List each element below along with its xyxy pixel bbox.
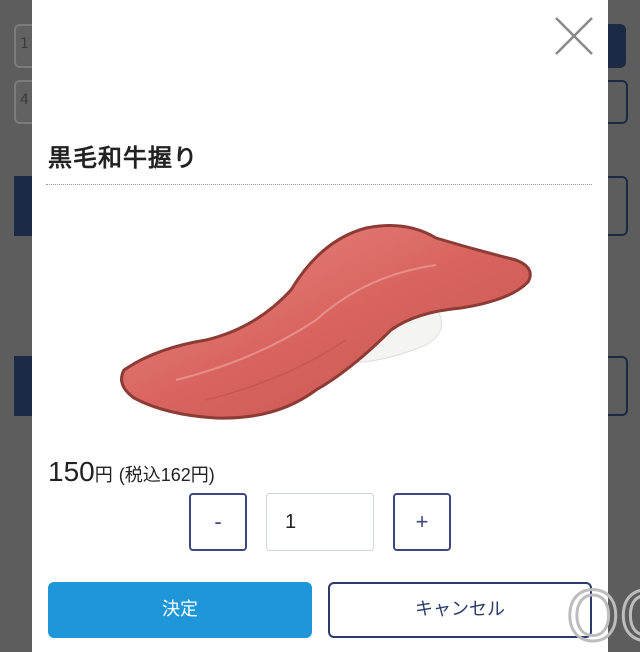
title-divider [46,184,592,185]
product-image [120,224,532,420]
price-tax-included: (税込162円) [118,465,215,485]
background-field-1-value: 1 [20,36,29,52]
background-field-2-value: 4 [20,92,29,108]
quantity-input[interactable]: 1 [266,493,374,551]
quantity-increase-button[interactable]: + [393,493,451,551]
background-button-right [608,24,626,68]
price: 150円 (税込162円) [48,456,215,488]
price-amount: 150 [48,456,95,487]
confirm-button[interactable]: 決定 [48,582,312,638]
background-button-left [14,176,34,236]
product-modal: 黒毛和牛握り 150円 (税込162円) - 1 + 決定 キャンセル [32,0,608,652]
close-button[interactable] [552,14,596,58]
background-button-left-2 [14,356,34,416]
quantity-decrease-button[interactable]: - [189,493,247,551]
product-title: 黒毛和牛握り [48,144,198,172]
watermark-logo-icon: OG [566,577,640,652]
cancel-button[interactable]: キャンセル [328,582,592,638]
close-icon[interactable] [552,14,596,58]
svg-text:OG: OG [566,578,640,652]
price-currency: 円 [94,465,113,485]
